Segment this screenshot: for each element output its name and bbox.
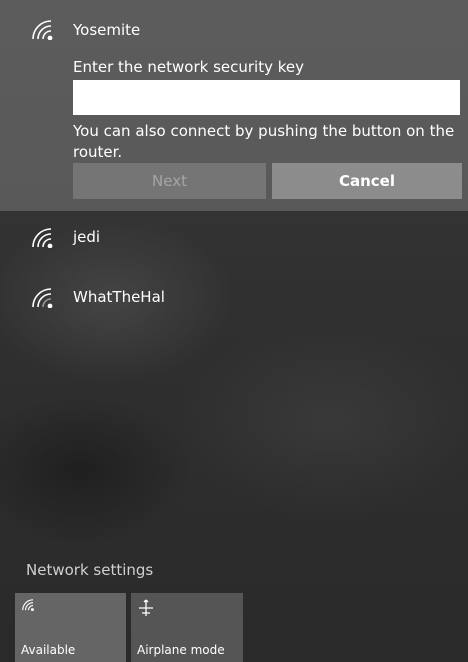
network-settings-link[interactable]: Network settings	[26, 561, 153, 579]
airplane-mode-tile[interactable]: Airplane mode	[131, 593, 243, 662]
network-name-jedi: jedi	[73, 228, 101, 246]
airplane-mode-tile-label: Airplane mode	[137, 643, 225, 657]
security-key-label: Enter the network security key	[73, 58, 305, 76]
network-item-jedi[interactable]: jedi	[0, 218, 468, 262]
available-tile-label: Available	[21, 643, 76, 657]
network-name-yosemite[interactable]: Yosemite	[73, 21, 140, 39]
network-item-whatthehal[interactable]: WhatTheHal	[0, 278, 468, 322]
wifi-signal-icon	[32, 288, 53, 308]
wifi-signal-icon	[32, 20, 53, 40]
cancel-button[interactable]: Cancel	[272, 163, 462, 199]
wifi-signal-icon	[32, 228, 53, 248]
selected-network-panel: Yosemite Enter the network security key …	[0, 0, 468, 211]
wifi-signal-icon	[22, 599, 34, 611]
wps-hint-text: You can also connect by pushing the butt…	[73, 122, 455, 161]
network-name-whatthehal: WhatTheHal	[73, 288, 165, 306]
security-key-input[interactable]	[73, 80, 460, 115]
airplane-icon	[139, 599, 153, 616]
next-button[interactable]: Next	[73, 163, 266, 199]
available-tile[interactable]: Available	[15, 593, 126, 662]
